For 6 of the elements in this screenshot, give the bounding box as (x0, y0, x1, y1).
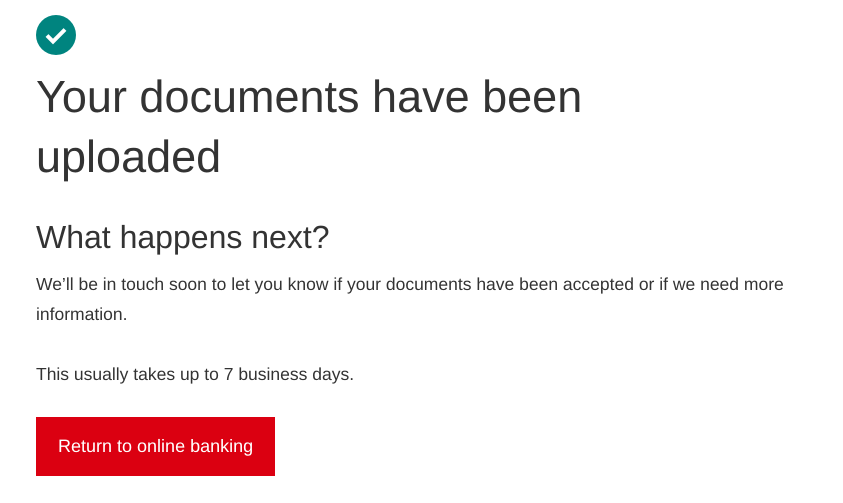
section-heading: What happens next? (36, 218, 331, 257)
success-check-icon (36, 15, 76, 55)
return-button[interactable]: Return to online banking (36, 417, 276, 476)
info-paragraph: This usually takes up to 7 business days. (36, 363, 356, 386)
page-title: Your documents have been uploaded (36, 70, 584, 184)
info-paragraph: We’ll be in touch soon to let you know if your documents have been accepted or if we need more information. (36, 273, 785, 326)
